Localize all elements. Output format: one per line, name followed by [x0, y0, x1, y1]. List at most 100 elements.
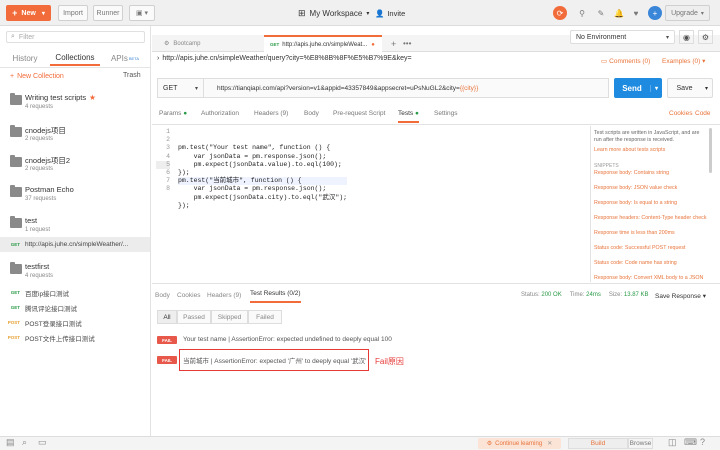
bootcamp-icon: ⚙ [164, 41, 170, 47]
save-button[interactable]: Save ▾ [667, 78, 713, 98]
workspace-name: My Workspace [309, 8, 363, 18]
filter-all[interactable]: All [157, 310, 177, 324]
request-title[interactable]: › http://apis.juhe.cn/simpleWeather/query… [157, 55, 412, 62]
tab-bootcamp[interactable]: ⚙ Bootcamp [158, 35, 253, 52]
tab-settings[interactable]: Settings [434, 110, 458, 122]
snippets-scrollbar[interactable] [709, 128, 712, 173]
invite-button[interactable]: 👤 Invite [375, 6, 405, 20]
new-collection-button[interactable]: + New Collection [10, 70, 64, 82]
upgrade-button[interactable]: Upgrade ▾ [665, 5, 710, 21]
response-tab-headers[interactable]: Headers (9) [207, 292, 241, 299]
fail-badge: FAIL [157, 356, 177, 364]
comment-icon: ▭ [601, 58, 608, 65]
snippet-link[interactable]: Response body: Contains string [594, 170, 669, 176]
response-tab-body[interactable]: Body [155, 292, 170, 299]
collection-item[interactable]: cnodejs项目 2 requests [0, 121, 150, 153]
settings-icon[interactable]: ✎ [594, 6, 608, 20]
save-response-button[interactable]: Save Response ▾ [655, 292, 706, 300]
help-icon[interactable]: ? [700, 437, 705, 447]
workspace-switcher[interactable]: ⊞ My Workspace ▾ [298, 6, 369, 20]
tab-apis[interactable]: APIs BETA [100, 50, 150, 66]
build-toggle[interactable]: Build [568, 438, 628, 449]
comments-link[interactable]: ▭ Comments (0) [601, 57, 650, 66]
snippet-link[interactable]: Status code: Code name has string [594, 260, 677, 266]
gear-icon[interactable]: ⚙ [698, 30, 713, 44]
tab-history[interactable]: History [0, 50, 50, 66]
code-link[interactable]: Code [695, 110, 711, 117]
snippet-link[interactable]: Response body: Is equal to a string [594, 200, 677, 206]
runner-button[interactable]: Runner [93, 5, 123, 21]
bootcamp-icon: ⚙ [486, 441, 493, 447]
snippet-link[interactable]: Response headers: Content-Type header ch… [594, 215, 706, 221]
request-item[interactable]: GET http://apis.juhe.cn/simpleWeather/... [0, 237, 150, 252]
tab-headers[interactable]: Headers (9) [254, 110, 288, 122]
tab-tests[interactable]: Tests ● [398, 110, 419, 123]
notifications-icon[interactable]: 🔔 [612, 6, 626, 20]
import-button[interactable]: Import [58, 5, 88, 21]
method-select[interactable]: GET ▾ [157, 78, 203, 98]
response-tab-cookies[interactable]: Cookies [177, 292, 200, 299]
folder-icon [10, 185, 22, 197]
eye-icon[interactable]: ◉ [679, 30, 694, 44]
snippet-link[interactable]: Response body: Convert XML body to a JSO… [594, 275, 703, 281]
folder-icon [10, 93, 22, 105]
top-bar: + New ▾ Import Runner ▣ ▾ ⊞ My Workspace ▾… [0, 0, 720, 26]
chevron-down-icon: ▾ [704, 85, 708, 92]
collection-item[interactable]: cnodejs项目2 2 requests [0, 151, 150, 183]
heart-icon[interactable]: ♥ [629, 6, 643, 20]
satellite-icon[interactable]: ⚲ [575, 6, 589, 20]
tab-body[interactable]: Body [304, 110, 319, 122]
learn-more-link[interactable]: Learn more about tests scripts [594, 147, 665, 153]
search-icon[interactable]: ⌕ [22, 437, 27, 448]
examples-link[interactable]: Examples (0) ▾ [662, 57, 705, 65]
folder-icon [10, 262, 22, 274]
console-icon[interactable]: ▭ [38, 437, 47, 448]
tab-pre-request-script[interactable]: Pre-request Script [333, 110, 385, 122]
cookies-link[interactable]: Cookies [669, 110, 692, 117]
tab-params[interactable]: Params ● [159, 110, 187, 122]
folder-icon [10, 216, 22, 228]
more-tabs-icon[interactable]: ••• [397, 35, 415, 52]
filter-failed[interactable]: Failed [248, 310, 282, 324]
request-item[interactable]: GET 腾讯评论接口测试 [0, 300, 150, 315]
collection-item[interactable]: Writing test scripts ★ 4 requests [0, 89, 150, 121]
request-item[interactable]: POST POST登录接口测试 [0, 315, 150, 330]
environment-select[interactable]: No Environment ▾ [570, 30, 675, 44]
chevron-down-icon: ▾ [665, 34, 669, 41]
browse-toggle[interactable]: Browse [628, 438, 653, 449]
sidebar-toggle-icon[interactable]: ▤ [6, 437, 15, 448]
avatar[interactable]: + [648, 6, 662, 20]
invite-user-icon: 👤 [375, 8, 385, 18]
continue-learning-button[interactable]: ⚙ Continue learning ✕ [478, 438, 561, 449]
workspace-grid-icon: ⊞ [298, 7, 306, 18]
new-window-button[interactable]: ▣ ▾ [129, 5, 155, 21]
tab-active-request[interactable]: GET http://apis.juhe.cn/simpleWeat... ● [264, 35, 382, 52]
tests-editor[interactable]: 12345678 pm.test("Your test name", funct… [156, 128, 586, 278]
layout-icon[interactable]: ◫ [668, 437, 677, 448]
snippet-link[interactable]: Status code: Successful POST request [594, 245, 685, 251]
request-item[interactable]: GET 百度ip接口测试 [0, 285, 150, 300]
filter-input[interactable]: ⌕ Filter [6, 31, 145, 43]
request-item[interactable]: POST POST文件上传接口测试 [0, 330, 150, 345]
collection-item[interactable]: Postman Echo 37 requests [0, 181, 150, 213]
snippet-link[interactable]: Response time is less than 200ms [594, 230, 675, 236]
trash-link[interactable]: Trash [123, 72, 141, 79]
tab-authorization[interactable]: Authorization [201, 110, 239, 122]
new-button[interactable]: + New ▾ [6, 5, 51, 21]
status-bar: ▤ ⌕ ▭ ⚙ Continue learning ✕ Build Browse ◫… [0, 436, 720, 450]
star-icon: ★ [89, 93, 96, 102]
keyboard-icon[interactable]: ⌨ [684, 437, 697, 448]
sidebar: ⌕ Filter History Collections APIs BETA + N… [0, 26, 151, 436]
send-button[interactable]: Send ▾ [614, 78, 662, 98]
sync-icon[interactable]: ⟳ [553, 6, 567, 20]
filter-skipped[interactable]: Skipped [211, 310, 248, 324]
url-input[interactable]: https://tianqiapi.com/api?version=v1&app… [203, 78, 609, 98]
snippet-link[interactable]: Response body: JSON value check [594, 185, 677, 191]
search-icon: ⌕ [11, 33, 15, 40]
folder-icon [10, 155, 22, 167]
fail-badge: FAIL [157, 336, 177, 344]
tests-intro: Test scripts are written in JavaScript, … [594, 130, 700, 143]
response-tab-test-results[interactable]: Test Results (0/2) [250, 290, 301, 303]
filter-passed[interactable]: Passed [177, 310, 211, 324]
tab-collections[interactable]: Collections [50, 50, 100, 66]
